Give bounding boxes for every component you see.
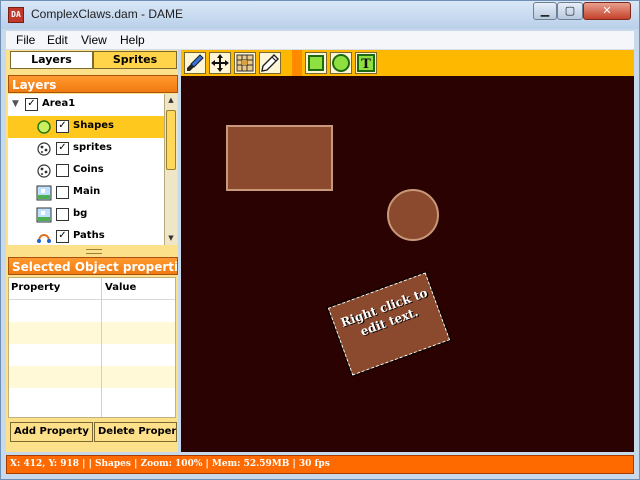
map-layer-icon	[36, 207, 52, 223]
circle-shape[interactable]	[387, 189, 439, 241]
column-property[interactable]: Property	[11, 282, 60, 293]
menu-view[interactable]: View	[81, 33, 107, 47]
grid-select-icon[interactable]	[234, 52, 256, 74]
title-bar: DA ComplexClaws.dam - DAME ▁ ▢ ✕	[1, 1, 639, 29]
tab-layers[interactable]: Layers	[10, 51, 93, 69]
scroll-down-arrow-icon[interactable]: ▼	[165, 232, 177, 244]
tree-item-label: Paths	[73, 230, 105, 241]
visibility-checkbox[interactable]: ✓	[56, 230, 69, 243]
properties-table-header: Property Value	[9, 278, 175, 300]
tree-scrollbar[interactable]: ▲ ▼	[164, 94, 177, 245]
tree-item-coins[interactable]: Coins	[8, 160, 164, 182]
visibility-checkbox[interactable]	[56, 186, 69, 199]
visibility-checkbox[interactable]: ✓	[56, 142, 69, 155]
panel-splitter[interactable]	[86, 249, 102, 254]
toolbar-separator	[292, 50, 302, 76]
scroll-thumb[interactable]	[166, 110, 176, 170]
map-layer-icon	[36, 185, 52, 201]
expand-arrow-icon[interactable]: ▼	[12, 99, 19, 109]
text-shape[interactable]: Right click to edit text.	[326, 270, 452, 378]
tree-item-label: Coins	[73, 164, 104, 175]
tree-item-shapes[interactable]: ✓ Shapes	[8, 116, 164, 138]
toolbar: T	[181, 50, 634, 76]
text-shape-label: Right click to edit text.	[338, 285, 430, 339]
minimize-button[interactable]: ▁	[533, 2, 557, 20]
tree-item-main[interactable]: Main	[8, 182, 164, 204]
text-tool-icon[interactable]: T	[355, 52, 377, 74]
delete-property-button[interactable]: Delete Property	[94, 422, 177, 442]
text-tool-glyph: T	[361, 57, 371, 72]
column-divider	[101, 278, 102, 417]
menu-bar: File Edit View Help	[6, 31, 634, 50]
properties-header: Selected Object properties	[8, 257, 178, 275]
visibility-checkbox[interactable]: ✓	[25, 98, 38, 111]
rectangle-shape[interactable]	[226, 125, 333, 191]
tree-item-label: Area1	[42, 98, 76, 109]
window-title: ComplexClaws.dam - DAME	[31, 7, 184, 21]
tree-item-label: Main	[73, 186, 101, 197]
rectangle-tool-icon[interactable]	[305, 52, 327, 74]
pencil-icon[interactable]	[259, 52, 281, 74]
tree-item-label: Shapes	[73, 120, 114, 131]
table-row[interactable]	[9, 344, 175, 366]
visibility-checkbox[interactable]: ✓	[56, 120, 69, 133]
menu-edit[interactable]: Edit	[47, 33, 68, 47]
shapes-layer-icon	[37, 120, 51, 134]
column-value[interactable]: Value	[105, 282, 136, 293]
tree-item-paths[interactable]: ✓ Paths	[8, 226, 164, 245]
left-panel: Layers Sprites Layers ▼ ✓ Area1 ✓ Shapes…	[6, 50, 178, 452]
path-layer-icon	[37, 234, 51, 243]
tree-item-label: sprites	[73, 142, 112, 153]
close-button[interactable]: ✕	[583, 2, 631, 20]
table-row[interactable]	[9, 300, 175, 322]
layers-header: Layers	[8, 75, 178, 93]
visibility-checkbox[interactable]	[56, 164, 69, 177]
paint-brush-icon[interactable]	[184, 52, 206, 74]
add-property-button[interactable]: Add Property	[10, 422, 93, 442]
scroll-up-arrow-icon[interactable]: ▲	[165, 94, 177, 106]
tree-item-bg[interactable]: bg	[8, 204, 164, 226]
visibility-checkbox[interactable]	[56, 208, 69, 221]
editor-canvas[interactable]: Right click to edit text.	[181, 76, 634, 452]
menu-help[interactable]: Help	[120, 33, 145, 47]
dame-app-icon: DA	[8, 7, 24, 23]
tab-sprites[interactable]: Sprites	[93, 51, 177, 69]
sprite-layer-icon	[37, 142, 51, 156]
tree-item-area1[interactable]: ▼ ✓ Area1	[8, 94, 164, 116]
circle-tool-icon[interactable]	[330, 52, 352, 74]
sprite-layer-icon	[37, 164, 51, 178]
maximize-button[interactable]: ▢	[557, 2, 583, 20]
properties-table[interactable]: Property Value	[8, 277, 176, 418]
table-row[interactable]	[9, 322, 175, 344]
app-window: DA ComplexClaws.dam - DAME ▁ ▢ ✕ File Ed…	[0, 0, 640, 480]
table-row[interactable]	[9, 388, 175, 410]
layers-tree: ▼ ✓ Area1 ✓ Shapes ✓ sprites Coins Main …	[8, 94, 164, 245]
tree-item-sprites[interactable]: ✓ sprites	[8, 138, 164, 160]
table-row[interactable]	[9, 366, 175, 388]
tree-item-label: bg	[73, 208, 88, 219]
menu-file[interactable]: File	[16, 33, 35, 47]
move-icon[interactable]	[209, 52, 231, 74]
status-bar: X: 412, Y: 918 | | Shapes | Zoom: 100% |…	[6, 455, 634, 474]
